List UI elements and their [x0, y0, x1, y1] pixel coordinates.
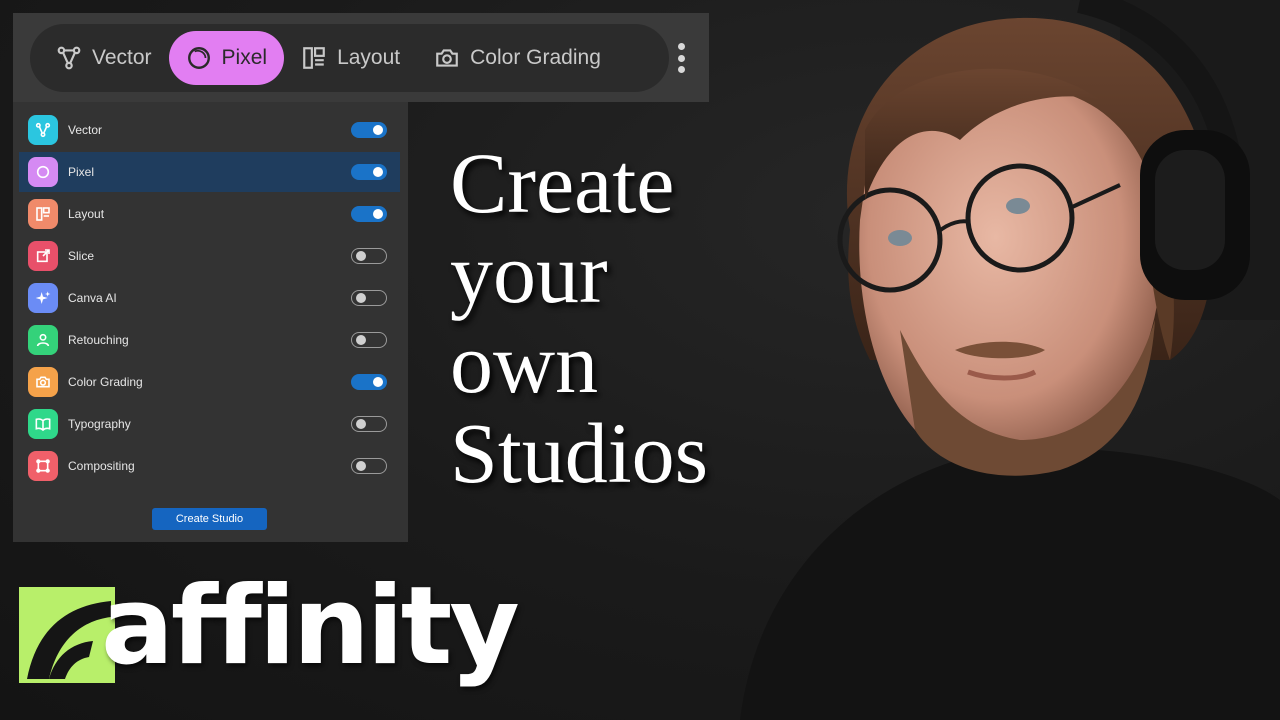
- affinity-logo: affinity: [19, 567, 520, 687]
- toggle-retouching[interactable]: [351, 332, 387, 348]
- list-item-label: Layout: [68, 207, 105, 221]
- affinity-wordmark: affinity: [101, 564, 520, 689]
- list-item-retouching[interactable]: Retouching: [19, 320, 400, 360]
- tab-label: Layout: [337, 46, 401, 69]
- create-studio-button[interactable]: Create Studio: [152, 508, 267, 530]
- toggle-slice[interactable]: [351, 248, 387, 264]
- toggle-vector[interactable]: [351, 122, 387, 138]
- slice-icon: [28, 241, 58, 271]
- studio-toolbar: Vector Pixel Layout Color Grading: [13, 13, 709, 102]
- toggle-pixel[interactable]: [351, 164, 387, 180]
- camera-icon: [28, 367, 58, 397]
- studio-list-panel: Vector Pixel Layout Slice Canva AI Retou…: [13, 102, 408, 542]
- list-item-typography[interactable]: Typography: [19, 404, 400, 444]
- toggle-compositing[interactable]: [351, 458, 387, 474]
- camera-icon: [434, 45, 460, 71]
- tab-label: Pixel: [221, 46, 268, 69]
- list-item-layout[interactable]: Layout: [19, 194, 400, 234]
- person-icon: [28, 325, 58, 355]
- list-item-vector[interactable]: Vector: [19, 110, 400, 150]
- tab-vector[interactable]: Vector: [39, 31, 169, 85]
- list-item-label: Canva AI: [68, 291, 117, 305]
- compositing-icon: [28, 451, 58, 481]
- tab-label: Vector: [92, 46, 152, 69]
- sparkle-icon: [28, 283, 58, 313]
- toggle-layout[interactable]: [351, 206, 387, 222]
- vector-icon: [56, 45, 82, 71]
- layout-icon: [28, 199, 58, 229]
- list-item-label: Vector: [68, 123, 103, 137]
- studio-tabs: Vector Pixel Layout Color Grading: [30, 24, 669, 92]
- tab-pixel[interactable]: Pixel: [168, 31, 285, 85]
- tab-label: Color Grading: [470, 46, 601, 69]
- layout-icon: [301, 45, 327, 71]
- list-item-pixel[interactable]: Pixel: [19, 152, 400, 192]
- tab-layout[interactable]: Layout: [284, 31, 417, 85]
- book-icon: [28, 409, 58, 439]
- list-item-slice[interactable]: Slice: [19, 236, 400, 276]
- list-item-label: Retouching: [68, 333, 129, 347]
- pixel-icon: [28, 157, 58, 187]
- more-options-icon[interactable]: [671, 40, 691, 76]
- list-item-color-grading[interactable]: Color Grading: [19, 362, 400, 402]
- list-item-label: Slice: [68, 249, 95, 263]
- toggle-canva-ai[interactable]: [351, 290, 387, 306]
- list-item-canva-ai[interactable]: Canva AI: [19, 278, 400, 318]
- pixel-icon: [186, 45, 212, 71]
- list-item-label: Pixel: [68, 165, 95, 179]
- toggle-typography[interactable]: [351, 416, 387, 432]
- webcam-presenter: [700, 0, 1280, 720]
- vector-icon: [28, 115, 58, 145]
- list-item-label: Color Grading: [68, 375, 143, 389]
- list-item-label: Compositing: [68, 459, 135, 473]
- tab-color-grading[interactable]: Color Grading: [417, 31, 618, 85]
- list-item-label: Typography: [68, 417, 131, 431]
- toggle-color-grading[interactable]: [351, 374, 387, 390]
- list-item-compositing[interactable]: Compositing: [19, 446, 400, 486]
